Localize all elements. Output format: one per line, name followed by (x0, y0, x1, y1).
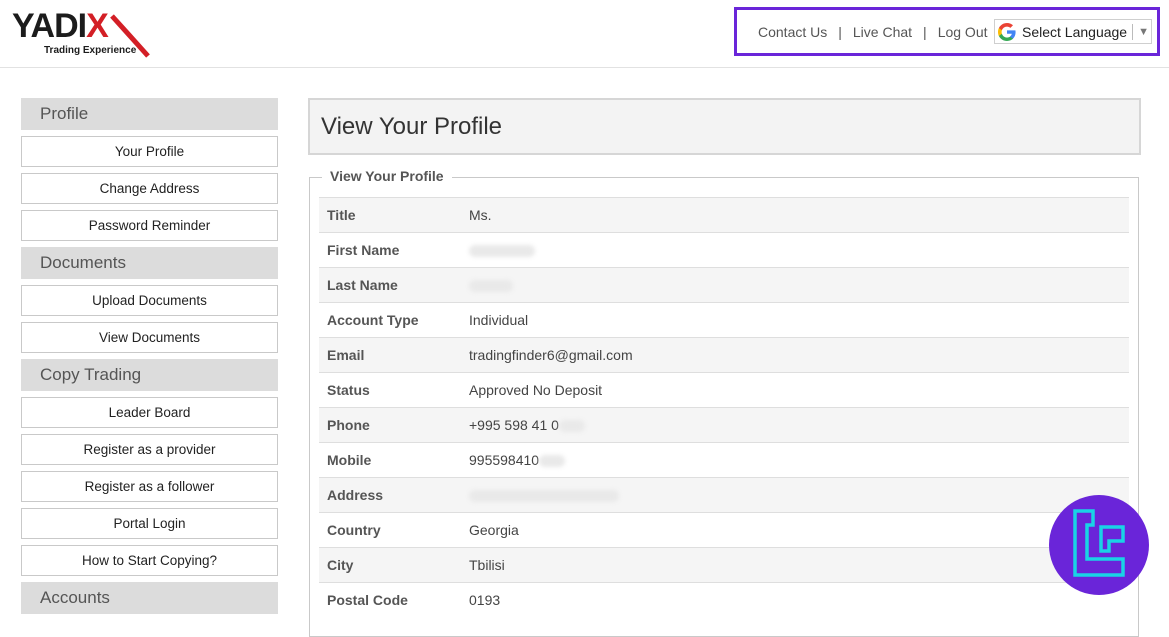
row-value-wrap: 995598410 (469, 452, 566, 468)
sidebar-heading-profile: Profile (21, 98, 278, 130)
sidebar-item-how-to-start-copying[interactable]: How to Start Copying? (21, 545, 278, 576)
row-value-wrap: +995 598 41 0 (469, 417, 585, 433)
sidebar-item-register-provider[interactable]: Register as a provider (21, 434, 278, 465)
redacted-value (469, 277, 513, 293)
yadix-logo[interactable]: YADIX Trading Experience (12, 8, 157, 60)
tf-logo-icon (1073, 509, 1125, 577)
sidebar-item-leader-board[interactable]: Leader Board (21, 397, 278, 428)
language-select-divider (1132, 23, 1134, 40)
row-label: First Name (327, 242, 400, 258)
profile-row-account-type: Account Type Individual (319, 302, 1129, 337)
row-value: Georgia (469, 522, 519, 538)
sidebar-item-your-profile[interactable]: Your Profile (21, 136, 278, 167)
live-chat-link[interactable]: Live Chat (853, 24, 912, 40)
redacted-value (469, 242, 535, 258)
profile-table: Title Ms. First Name Last Name Account T… (319, 197, 1129, 617)
profile-row-postal-code: Postal Code 0193 (319, 582, 1129, 617)
redacted-value (469, 487, 619, 503)
row-label: Country (327, 522, 381, 538)
redacted-value (558, 420, 585, 433)
row-value: Tbilisi (469, 557, 505, 573)
row-label: Postal Code (327, 592, 408, 608)
profile-row-last-name: Last Name (319, 267, 1129, 302)
dropdown-caret-icon: ▼ (1138, 25, 1149, 38)
profile-row-address: Address (319, 477, 1129, 512)
sidebar-heading-documents: Documents (21, 247, 278, 279)
sidebar-item-change-address[interactable]: Change Address (21, 173, 278, 204)
row-label: City (327, 557, 354, 573)
row-label: Phone (327, 417, 370, 433)
sidebar-heading-accounts: Accounts (21, 582, 278, 614)
language-select-label: Select Language (1022, 23, 1128, 40)
sidebar-item-password-reminder[interactable]: Password Reminder (21, 210, 278, 241)
logo-brand-x: X (86, 7, 109, 45)
row-label: Last Name (327, 277, 398, 293)
fieldset-legend: View Your Profile (322, 168, 452, 184)
profile-row-status: Status Approved No Deposit (319, 372, 1129, 407)
sidebar-item-view-documents[interactable]: View Documents (21, 322, 278, 353)
log-out-link[interactable]: Log Out (938, 24, 988, 40)
tradingfinder-badge-icon (1049, 495, 1149, 595)
profile-fieldset: View Your Profile Title Ms. First Name L… (309, 168, 1139, 637)
redacted-value (539, 455, 566, 468)
sidebar: Profile Your Profile Change Address Pass… (21, 98, 278, 620)
profile-row-phone: Phone +995 598 41 0 (319, 407, 1129, 442)
row-value: 0193 (469, 592, 501, 608)
language-select[interactable]: Select Language ▼ (994, 19, 1152, 44)
contact-us-link[interactable]: Contact Us (758, 24, 827, 40)
nav-separator: | (838, 23, 842, 40)
profile-row-first-name: First Name (319, 232, 1129, 267)
row-value: Individual (469, 312, 529, 328)
row-label: Mobile (327, 452, 372, 468)
row-label: Account Type (327, 312, 419, 328)
sidebar-item-register-follower[interactable]: Register as a follower (21, 471, 278, 502)
row-value: tradingfinder6@gmail.com (469, 347, 633, 363)
top-nav: Contact Us | Live Chat | Log Out Select … (734, 7, 1160, 56)
profile-row-title: Title Ms. (319, 197, 1129, 232)
row-label: Title (327, 207, 356, 223)
row-value: +995 598 41 0 (469, 417, 559, 433)
page-title: View Your Profile (308, 98, 1141, 155)
logo-tagline: Trading Experience (44, 45, 137, 56)
profile-row-email: Email tradingfinder6@gmail.com (319, 337, 1129, 372)
header: YADIX Trading Experience Contact Us | Li… (0, 0, 1169, 68)
logo-brand-main: YADI (12, 7, 87, 45)
sidebar-item-upload-documents[interactable]: Upload Documents (21, 285, 278, 316)
row-label: Status (327, 382, 370, 398)
profile-row-city: City Tbilisi (319, 547, 1129, 582)
profile-row-country: Country Georgia (319, 512, 1129, 547)
row-value: Approved No Deposit (469, 382, 603, 398)
sidebar-item-portal-login[interactable]: Portal Login (21, 508, 278, 539)
logo-wordmark: YADIX (12, 7, 109, 45)
row-label: Address (327, 487, 384, 503)
nav-separator: | (923, 23, 927, 40)
sidebar-heading-copy-trading: Copy Trading (21, 359, 278, 391)
row-value: 995598410 (469, 452, 540, 468)
profile-row-mobile: Mobile 995598410 (319, 442, 1129, 477)
row-label: Email (327, 347, 365, 363)
row-value: Ms. (469, 207, 492, 223)
google-icon (998, 22, 1016, 41)
